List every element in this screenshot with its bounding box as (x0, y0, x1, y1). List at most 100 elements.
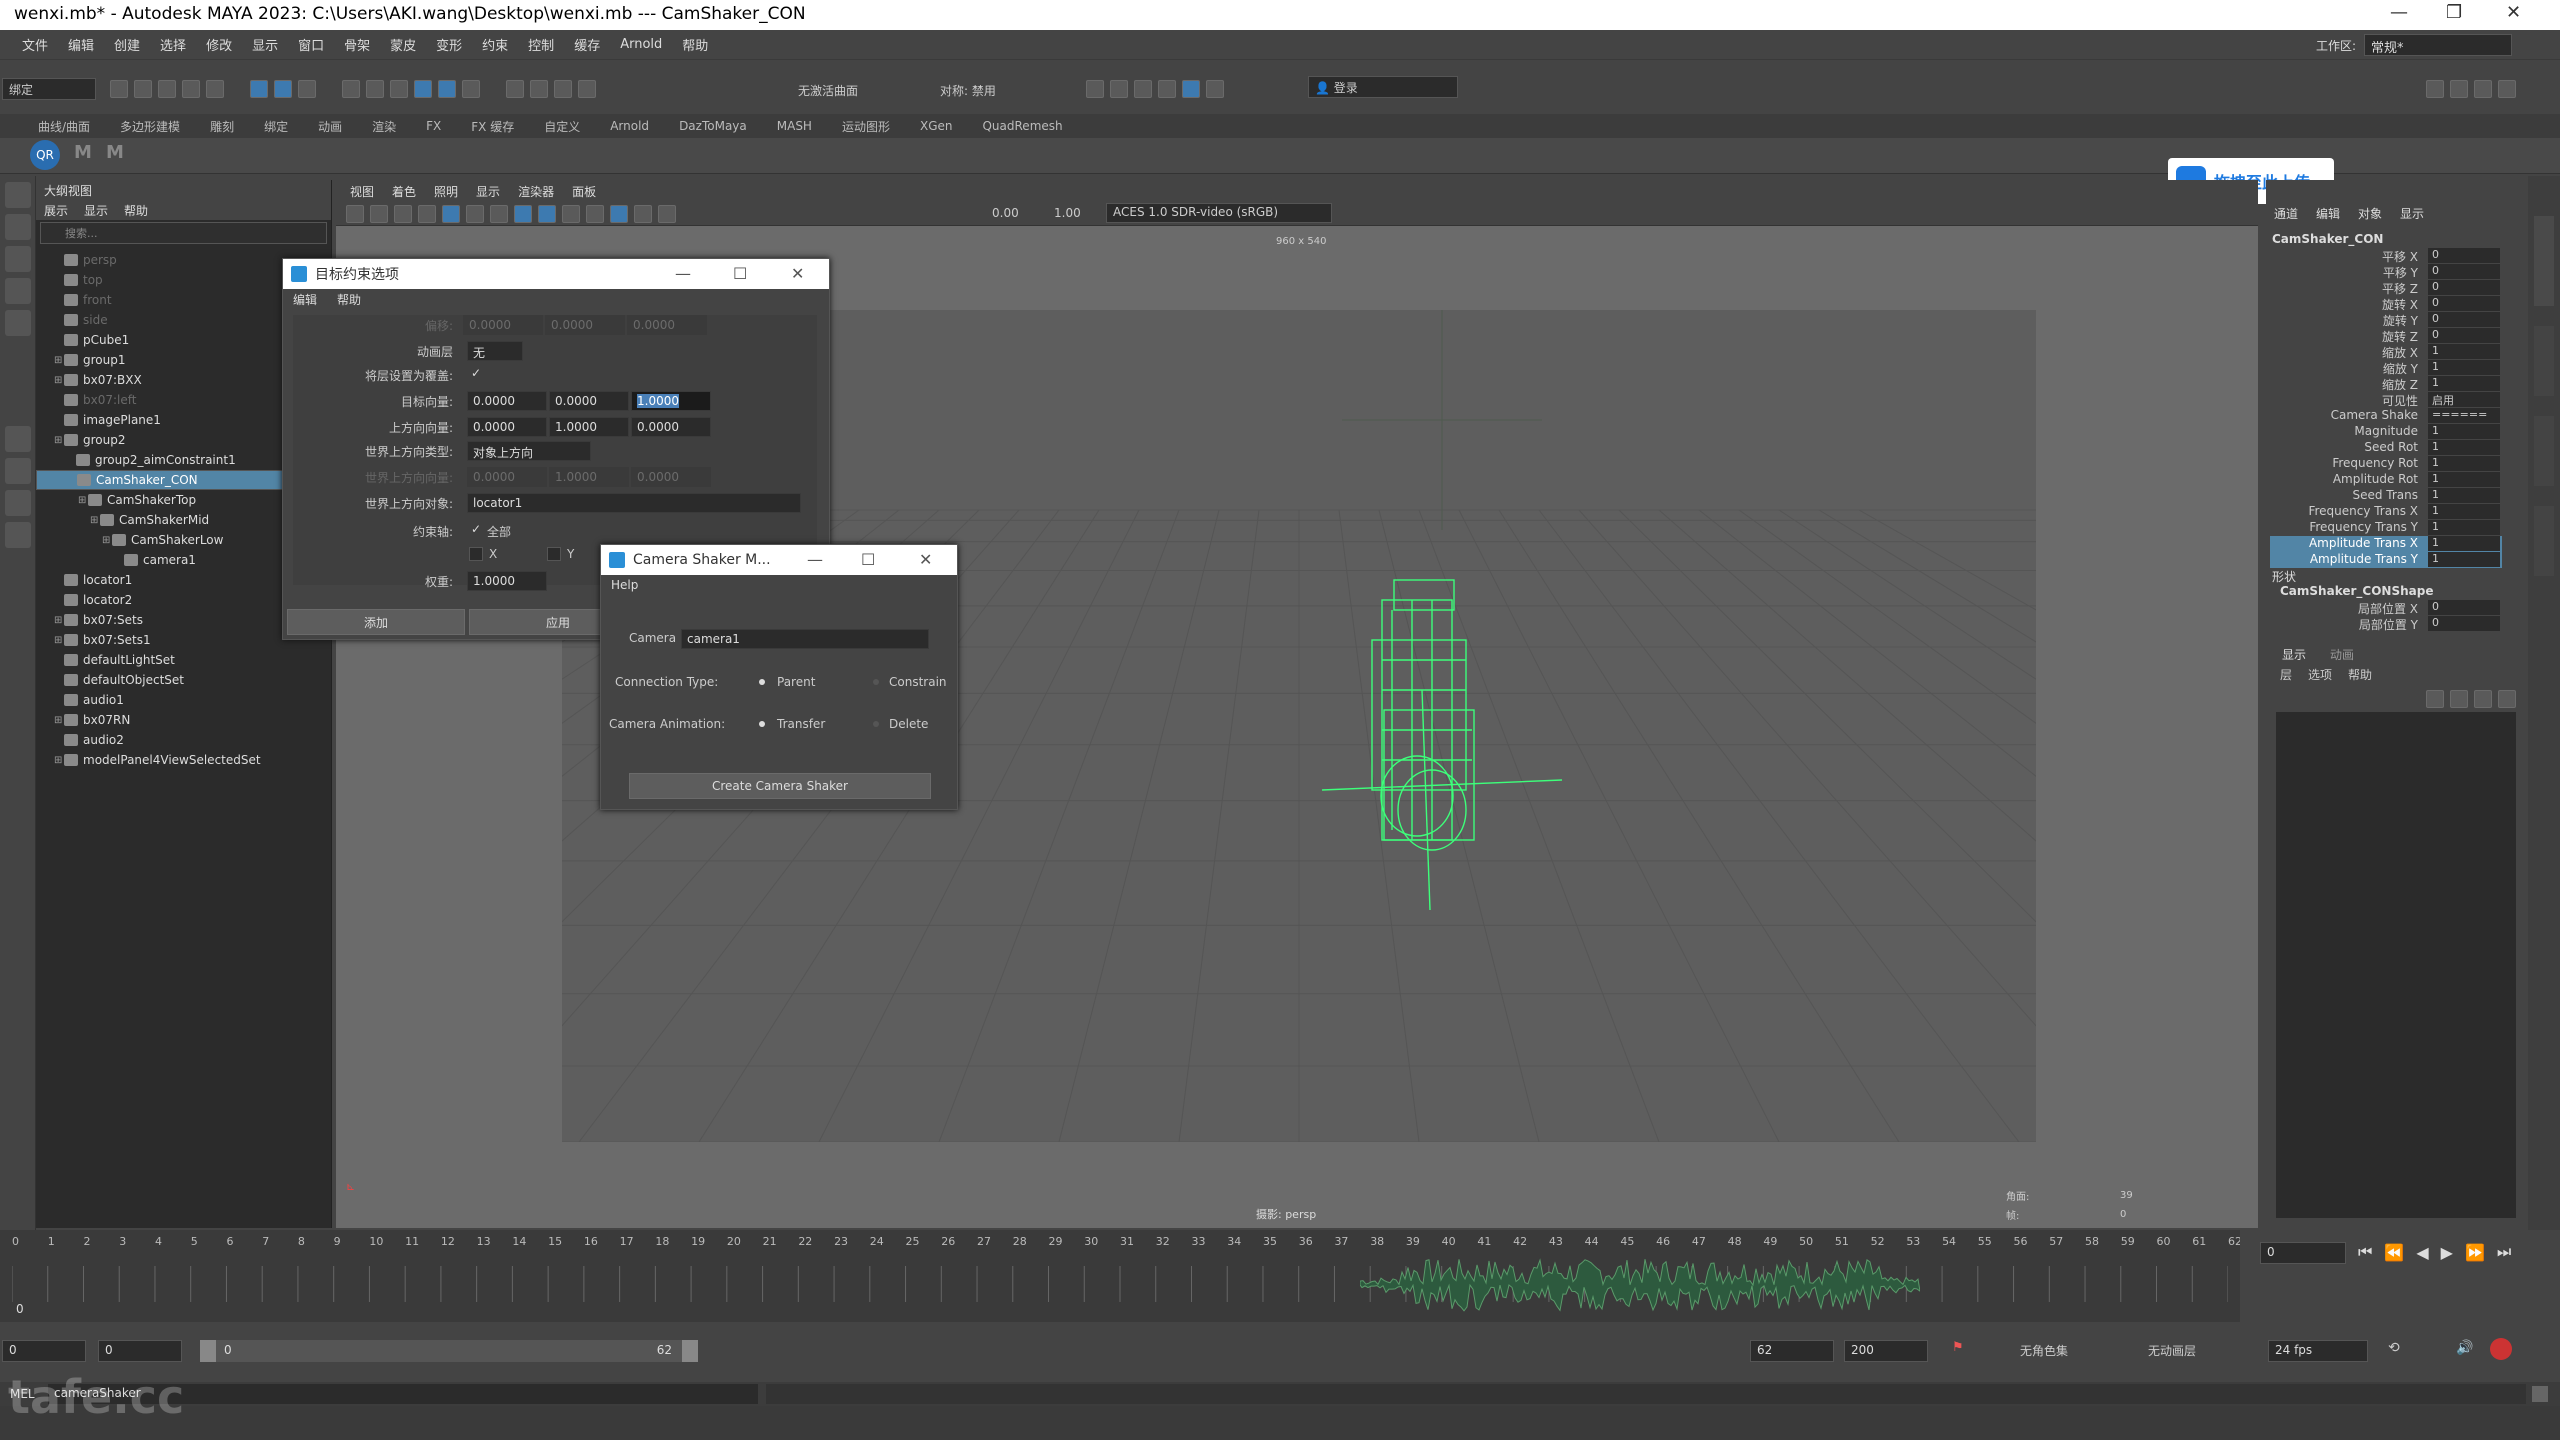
channel-value[interactable]: 1 (2428, 504, 2500, 519)
shelf-tab-1[interactable]: 多边形建模 (120, 118, 180, 135)
snap-point-icon[interactable] (390, 80, 408, 98)
channel-row[interactable]: 旋转 Y 0 (2270, 312, 2502, 328)
channel-row[interactable]: 缩放 X 1 (2270, 344, 2502, 360)
parent-radio[interactable] (759, 679, 765, 685)
range-start-handle[interactable] (200, 1340, 216, 1362)
close-icon[interactable]: ✕ (791, 264, 804, 283)
shelf-tab-14[interactable]: QuadRemesh (982, 119, 1062, 133)
viewport-menu-0[interactable]: 视图 (350, 183, 374, 200)
channel-row[interactable]: Camera Shake ====== (2270, 408, 2502, 424)
arnold-render-icon[interactable] (1206, 80, 1224, 98)
modeling-toolkit-tab[interactable] (2534, 416, 2554, 486)
outliner-item[interactable]: ⊞ bx07:Sets (54, 610, 143, 630)
viewport-menu-3[interactable]: 显示 (476, 183, 500, 200)
attribute-editor-tab[interactable] (2534, 326, 2554, 396)
outliner-menu-help[interactable]: 帮助 (124, 202, 148, 219)
outliner-menu-show[interactable]: 展示 (44, 202, 68, 219)
aa-icon[interactable] (658, 205, 676, 223)
tool-settings-icon[interactable] (2474, 80, 2492, 98)
channel-row[interactable]: Frequency Trans X 1 (2270, 504, 2502, 520)
auto-key-icon[interactable]: ⚑ (1952, 1340, 1964, 1355)
shaker-menu-help[interactable]: Help (601, 575, 957, 595)
menu-item-9[interactable]: 变形 (436, 35, 462, 54)
layer-up-icon[interactable] (2426, 690, 2444, 708)
outliner-item[interactable]: ⊞ CamShakerMid (90, 510, 209, 530)
select-object-icon[interactable] (274, 80, 292, 98)
channel-value[interactable]: 1 (2428, 424, 2500, 439)
layer-menu-layers[interactable]: 层 (2280, 666, 2292, 683)
layer-tab-anim[interactable]: 动画 (2330, 646, 2354, 663)
symmetry-label[interactable]: 对称: 禁用 (940, 82, 996, 99)
channel-value[interactable]: 1 (2428, 456, 2500, 471)
shelf-tab-13[interactable]: XGen (920, 119, 953, 133)
smooth-shade-icon[interactable] (514, 205, 532, 223)
script-editor-icon[interactable] (2532, 1386, 2548, 1402)
go-to-start-icon[interactable]: ⏮ (2358, 1242, 2372, 1262)
playback-end-field[interactable]: 62 (1750, 1340, 1834, 1362)
menu-item-4[interactable]: 修改 (206, 35, 232, 54)
maximize-icon[interactable]: ❐ (2446, 2, 2462, 23)
minimize-icon[interactable]: — (807, 550, 823, 569)
channel-value[interactable]: 0 (2428, 328, 2500, 343)
file-new-icon[interactable] (110, 80, 128, 98)
up-vector-x[interactable]: 0.0000 (467, 417, 547, 437)
channel-row[interactable]: 旋转 X 0 (2270, 296, 2502, 312)
aim-vector-x[interactable]: 0.0000 (467, 391, 547, 411)
hypershade-icon[interactable] (1182, 80, 1200, 98)
expand-icon[interactable]: ⊞ (54, 355, 64, 366)
shelf-tab-0[interactable]: 曲线/曲面 (38, 118, 90, 135)
go-to-end-icon[interactable]: ⏭ (2497, 1242, 2511, 1262)
menu-item-5[interactable]: 显示 (252, 35, 278, 54)
axis-all-checkbox[interactable]: ✓ (469, 523, 483, 537)
outliner-item[interactable]: CamShaker_CON (36, 470, 284, 490)
expand-icon[interactable]: ⊞ (78, 495, 88, 506)
shelf-tab-4[interactable]: 动画 (318, 118, 342, 135)
pivot-icon[interactable] (578, 80, 596, 98)
outliner-item[interactable]: audio1 (54, 690, 124, 710)
outliner-item[interactable]: ⊞ group1 (54, 350, 126, 370)
channel-row[interactable]: Amplitude Trans X 1 (2270, 536, 2502, 552)
channel-value[interactable]: ====== (2428, 408, 2500, 423)
outliner-item[interactable]: persp (54, 250, 117, 270)
outliner-menu-display[interactable]: 显示 (84, 202, 108, 219)
channel-value[interactable]: 0 (2428, 600, 2500, 615)
outliner-item[interactable]: bx07:left (54, 390, 136, 410)
viewport-menu-5[interactable]: 面板 (572, 183, 596, 200)
channel-row[interactable]: Frequency Trans Y 1 (2270, 520, 2502, 536)
four-view-icon[interactable] (5, 458, 31, 484)
menu-item-14[interactable]: 帮助 (682, 35, 708, 54)
channel-value[interactable]: 1 (2428, 472, 2500, 487)
channel-value[interactable]: 1 (2428, 520, 2500, 535)
minimize-icon[interactable]: — (2390, 2, 2408, 23)
outliner-item[interactable]: ⊞ bx07:Sets1 (54, 630, 151, 650)
outliner-item[interactable]: ⊞ modelPanel4ViewSelectedSet (54, 750, 261, 770)
current-frame-field[interactable]: 0 (2260, 1242, 2346, 1264)
magnet-icon[interactable] (554, 80, 572, 98)
channel-value[interactable]: 1 (2428, 488, 2500, 503)
select-tool-icon[interactable] (5, 182, 31, 208)
outliner-item[interactable]: locator2 (54, 590, 132, 610)
menu-item-6[interactable]: 窗口 (298, 35, 324, 54)
shadows-icon[interactable] (586, 205, 604, 223)
create-camera-shaker-button[interactable]: Create Camera Shaker (629, 773, 931, 799)
delete-radio[interactable] (873, 721, 879, 727)
close-icon[interactable]: ✕ (2506, 2, 2521, 23)
outliner-item[interactable]: defaultLightSet (54, 650, 175, 670)
outliner-item[interactable]: front (54, 290, 112, 310)
history-icon[interactable] (506, 80, 524, 98)
expand-icon[interactable]: ⊞ (90, 515, 100, 526)
channel-menu-1[interactable]: 编辑 (2316, 205, 2340, 222)
step-forward-icon[interactable]: ⏩ (2465, 1243, 2485, 1262)
menu-item-1[interactable]: 编辑 (68, 35, 94, 54)
outliner-item[interactable]: ⊞ group2 (54, 430, 126, 450)
channel-value[interactable]: 1 (2428, 376, 2500, 391)
colorspace-select[interactable]: ACES 1.0 SDR-video (sRGB) (1106, 203, 1332, 223)
construction-icon[interactable] (530, 80, 548, 98)
lasso-tool-icon[interactable] (5, 214, 31, 240)
channel-row[interactable]: Magnitude 1 (2270, 424, 2502, 440)
outliner-layout-icon[interactable] (5, 490, 31, 516)
textured-icon[interactable] (538, 205, 556, 223)
shelf-tab-12[interactable]: 运动图形 (842, 118, 890, 135)
expand-icon[interactable]: ⊞ (54, 615, 64, 626)
layer-list[interactable] (2276, 712, 2516, 1218)
